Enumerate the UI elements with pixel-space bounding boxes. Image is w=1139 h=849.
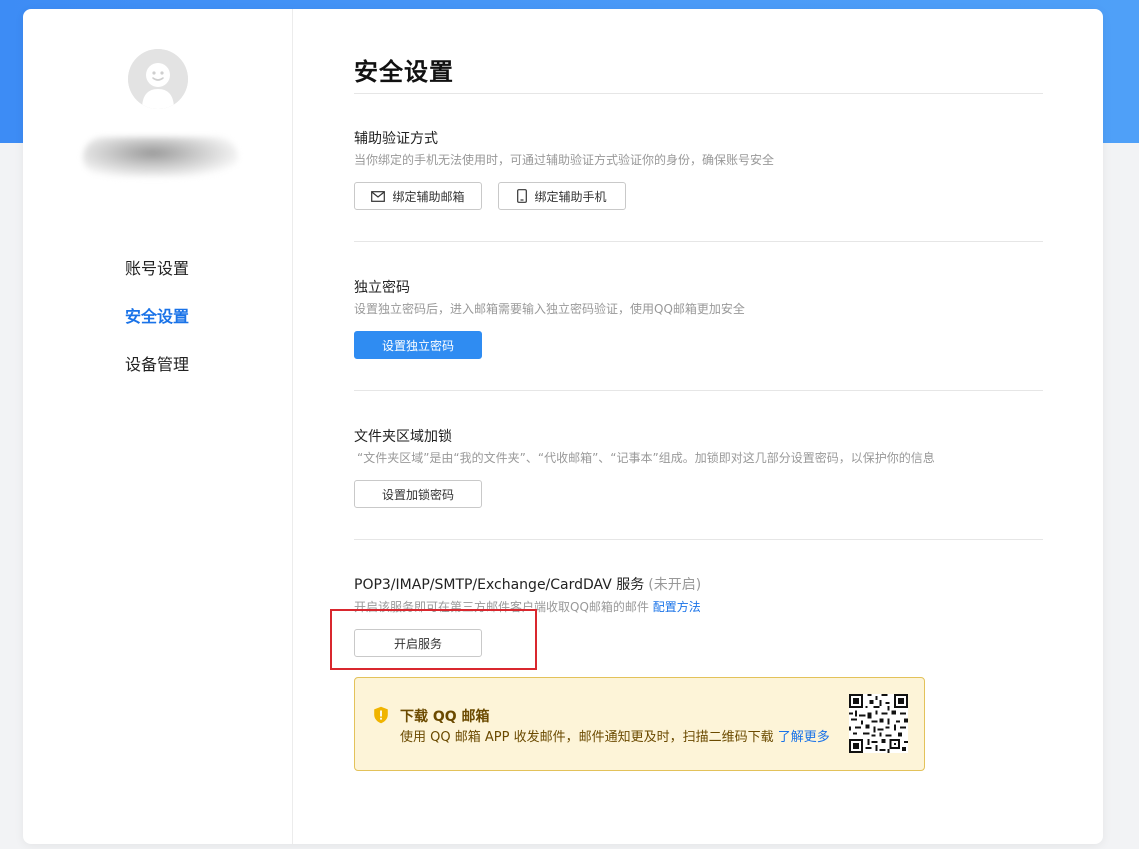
- folder-lock-desc: “文件夹区域”是由“我的文件夹”、“代收邮箱”、“记事本”组成。加锁即对这几部分…: [357, 451, 935, 465]
- download-app-banner: 下载 QQ 邮箱 使用 QQ 邮箱 APP 收发邮件，邮件通知更及时，扫描二维码…: [354, 677, 925, 771]
- pop3-status: (未开启): [648, 577, 702, 593]
- bind-email-button[interactable]: 绑定辅助邮箱: [354, 182, 482, 210]
- aux-verify-title: 辅助验证方式: [354, 131, 438, 147]
- config-method-link[interactable]: 配置方法: [653, 600, 701, 614]
- settings-card: 账号设置 安全设置 设备管理 安全设置 辅助验证方式 当你绑定的手机无法使用时，…: [23, 9, 1103, 844]
- qr-code-icon: [849, 694, 908, 753]
- pop3-title: POP3/IMAP/SMTP/Exchange/CardDAV 服务 (未开启): [354, 574, 701, 594]
- set-independent-password-button[interactable]: 设置独立密码: [354, 331, 482, 359]
- aux-verify-desc: 当你绑定的手机无法使用时，可通过辅助验证方式验证你的身份，确保账号安全: [354, 153, 775, 167]
- bind-email-label: 绑定辅助邮箱: [392, 189, 465, 204]
- independent-password-desc: 设置独立密码后，进入邮箱需要输入独立密码验证，使用QQ邮箱更加安全: [354, 302, 745, 316]
- sidebar-item-account-settings[interactable]: 账号设置: [125, 245, 189, 293]
- banner-desc-text: 使用 QQ 邮箱 APP 收发邮件，邮件通知更及时，扫描二维码下载: [400, 730, 774, 745]
- page-title: 安全设置: [354, 58, 454, 86]
- divider: [354, 539, 1043, 540]
- banner-title: 下载 QQ 邮箱: [400, 709, 490, 725]
- sidebar-nav: 账号设置 安全设置 设备管理: [125, 245, 189, 389]
- default-avatar-icon: [128, 49, 188, 109]
- mail-icon: [371, 190, 386, 202]
- shield-alert-icon: [373, 706, 389, 728]
- pop3-service-name: POP3/IMAP/SMTP/Exchange/CardDAV 服务: [354, 577, 645, 593]
- divider: [354, 241, 1043, 242]
- highlight-box: [330, 609, 537, 670]
- phone-icon: [517, 189, 528, 203]
- set-lock-password-button[interactable]: 设置加锁密码: [354, 480, 482, 508]
- divider: [354, 390, 1043, 391]
- bind-phone-label: 绑定辅助手机: [534, 189, 607, 204]
- folder-lock-title: 文件夹区域加锁: [354, 429, 452, 445]
- bind-phone-button[interactable]: 绑定辅助手机: [498, 182, 626, 210]
- divider: [354, 93, 1043, 94]
- sidebar-item-device-management[interactable]: 设备管理: [125, 341, 189, 389]
- sidebar-item-security-settings[interactable]: 安全设置: [125, 293, 189, 341]
- username-blurred: [83, 137, 238, 177]
- banner-desc: 使用 QQ 邮箱 APP 收发邮件，邮件通知更及时，扫描二维码下载 了解更多: [400, 726, 830, 745]
- learn-more-link[interactable]: 了解更多: [778, 730, 830, 745]
- avatar[interactable]: [128, 49, 188, 109]
- independent-password-title: 独立密码: [354, 280, 410, 296]
- sidebar: 账号设置 安全设置 设备管理: [23, 9, 293, 844]
- main-content: 安全设置 辅助验证方式 当你绑定的手机无法使用时，可通过辅助验证方式验证你的身份…: [330, 9, 1044, 844]
